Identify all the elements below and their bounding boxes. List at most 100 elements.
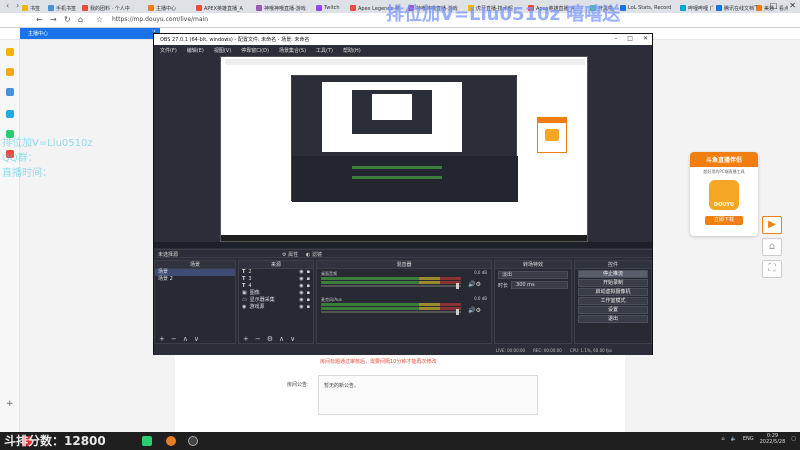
sidebar-mail-icon[interactable]	[6, 110, 14, 118]
stop-streaming-button[interactable]: 停止推流	[578, 270, 648, 278]
minimize-icon[interactable]: –	[754, 1, 758, 10]
visibility-eye-icon[interactable]: ◉	[299, 297, 303, 304]
scene-item[interactable]: 场景 2	[155, 276, 235, 283]
source-settings-icon[interactable]: ⚙	[267, 335, 273, 343]
visibility-eye-icon[interactable]: ◉	[299, 290, 303, 297]
obs-menu-item[interactable]: 帮助(H)	[343, 47, 361, 54]
virtual-camera-button[interactable]: 启动虚拟摄像机	[578, 288, 648, 296]
close-icon[interactable]: ✕	[789, 1, 796, 10]
network-icon[interactable]: ⌂	[721, 436, 724, 442]
studio-mode-button[interactable]: 工作室模式	[578, 297, 648, 305]
remove-scene-icon[interactable]: −	[171, 335, 177, 343]
visibility-eye-icon[interactable]: ◉	[299, 269, 303, 276]
visibility-eye-icon[interactable]: ◉	[299, 276, 303, 283]
source-up-icon[interactable]: ∧	[279, 335, 284, 343]
filters-button[interactable]: ◐ 滤镜	[306, 251, 322, 258]
fullscreen-icon[interactable]: ⛶	[762, 260, 782, 278]
source-item[interactable]: T 2 ◉ ▪	[239, 269, 313, 276]
taskbar-app-icon[interactable]	[166, 436, 176, 446]
obs-minimize-icon[interactable]: –	[614, 35, 617, 42]
speaker-icon[interactable]: 🔊⚙	[468, 307, 481, 314]
maximize-icon[interactable]: □	[770, 1, 778, 10]
visibility-eye-icon[interactable]: ◉	[299, 304, 303, 311]
obs-taskbar-icon[interactable]	[188, 436, 198, 446]
settings-button[interactable]: 设置	[578, 306, 648, 314]
source-item[interactable]: ◉ 游戏源 ◉ ▪	[239, 304, 313, 311]
lock-icon[interactable]: ▪	[307, 283, 310, 290]
add-scene-icon[interactable]: +	[159, 335, 165, 343]
exit-button[interactable]: 退出	[578, 315, 648, 323]
lock-icon[interactable]: ▪	[307, 276, 310, 283]
clock[interactable]: 0:29 2022/5/28	[760, 433, 786, 445]
reload-icon[interactable]: ↻	[64, 15, 71, 24]
start-recording-button[interactable]: 开始录制	[578, 279, 648, 287]
source-item[interactable]: T 4 ◉ ▪	[239, 283, 313, 290]
obs-menu-item[interactable]: 工具(T)	[316, 47, 333, 54]
room-notice-input[interactable]: 暂无的新公告。	[318, 375, 538, 415]
source-item[interactable]: T 3 ◉ ▪	[239, 276, 313, 283]
browser-tab[interactable]: LoL Stats, Record	[620, 3, 671, 13]
notification-icon[interactable]: ▢	[791, 436, 796, 442]
add-source-icon[interactable]: +	[243, 335, 249, 343]
obs-menu-item[interactable]: 编辑(E)	[187, 47, 204, 54]
obs-preview[interactable]	[220, 56, 588, 242]
fader-knob[interactable]	[456, 283, 459, 289]
sidebar-add-icon[interactable]: +	[6, 400, 14, 409]
fader-knob[interactable]	[456, 309, 459, 315]
speaker-icon[interactable]: 🔊⚙	[468, 281, 481, 288]
promo-download-button[interactable]: 立即下载	[705, 216, 743, 225]
obs-menu-item[interactable]: 文件(F)	[160, 47, 177, 54]
scene-item[interactable]: 场景	[155, 269, 235, 276]
lock-icon[interactable]: ▪	[307, 304, 310, 311]
obs-maximize-icon[interactable]: □	[627, 35, 633, 42]
url-field[interactable]: https://mp.douyu.com/live/main	[112, 16, 208, 23]
lock-icon[interactable]: ▪	[307, 290, 310, 297]
properties-button[interactable]: ⚙ 属性	[282, 251, 298, 258]
browser-tab[interactable]: APEX英雄直播_A	[196, 3, 243, 13]
sidebar-history-icon[interactable]	[6, 68, 14, 76]
active-side-tab[interactable]: 主播中心 ✕	[20, 28, 160, 39]
play-icon[interactable]: ▶	[762, 216, 782, 234]
back-button[interactable]: ←	[36, 15, 43, 24]
audio-meter	[321, 281, 461, 284]
browser-tab[interactable]: 主播中心	[148, 3, 176, 13]
visibility-eye-icon[interactable]: ◉	[299, 283, 303, 290]
language-indicator[interactable]: ENG	[743, 436, 754, 442]
browser-tab[interactable]: 哔哩哔哩 (゜-゜)つ	[680, 3, 714, 13]
volume-icon[interactable]: 🔈	[731, 436, 737, 442]
duration-input[interactable]: 300 ms	[511, 281, 568, 289]
browser-tab[interactable]: 书签	[22, 3, 40, 13]
home-icon[interactable]: ⌂	[78, 15, 83, 24]
browser-tab[interactable]: 手机书签	[48, 3, 76, 13]
source-item[interactable]: ▭ 显示器采集 ◉ ▪	[239, 297, 313, 304]
home-side-icon[interactable]: ⌂	[762, 238, 782, 256]
star-icon[interactable]: ☆	[96, 15, 103, 24]
volume-fader[interactable]	[321, 283, 461, 289]
lock-icon[interactable]: ▪	[307, 269, 310, 276]
taskbar-app-icon[interactable]	[142, 436, 152, 446]
back-icon[interactable]: ‹	[6, 1, 9, 10]
obs-menu-item[interactable]: 场景集合(S)	[279, 47, 306, 54]
browser-tab[interactable]: 我的团料 · 个人中	[82, 3, 130, 13]
browser-tab[interactable]: Twitch	[316, 3, 340, 13]
volume-fader[interactable]	[321, 309, 461, 315]
clock-date: 2022/5/28	[759, 439, 786, 445]
source-item[interactable]: ▣ 图像 ◉ ▪	[239, 290, 313, 297]
browser-tab[interactable]: 神哦神哦直播-游戏	[256, 3, 306, 13]
forward-icon[interactable]: ›	[16, 1, 19, 10]
browser-tab[interactable]: 腾讯在线文档	[716, 3, 754, 13]
sidebar-folder-icon[interactable]	[6, 48, 14, 56]
lock-icon[interactable]: ▪	[307, 297, 310, 304]
source-down-icon[interactable]: ∨	[290, 335, 295, 343]
forward-button[interactable]: →	[50, 15, 57, 24]
remove-source-icon[interactable]: −	[255, 335, 261, 343]
transition-select[interactable]: 淡出	[498, 271, 568, 279]
obs-menu-item[interactable]: 视图(V)	[214, 47, 231, 54]
douyu-companion-promo[interactable]: 斗鱼直播伴侣 超好用的PC端直播工具 DOUYU 立即下载	[690, 152, 758, 236]
sidebar-download-icon[interactable]	[6, 88, 14, 96]
scene-down-icon[interactable]: ∨	[194, 335, 199, 343]
obs-menu-item[interactable]: 停靠窗口(D)	[241, 47, 269, 54]
source-type-icon: ▣	[242, 290, 247, 296]
obs-close-icon[interactable]: ✕	[643, 35, 648, 42]
scene-up-icon[interactable]: ∧	[183, 335, 188, 343]
